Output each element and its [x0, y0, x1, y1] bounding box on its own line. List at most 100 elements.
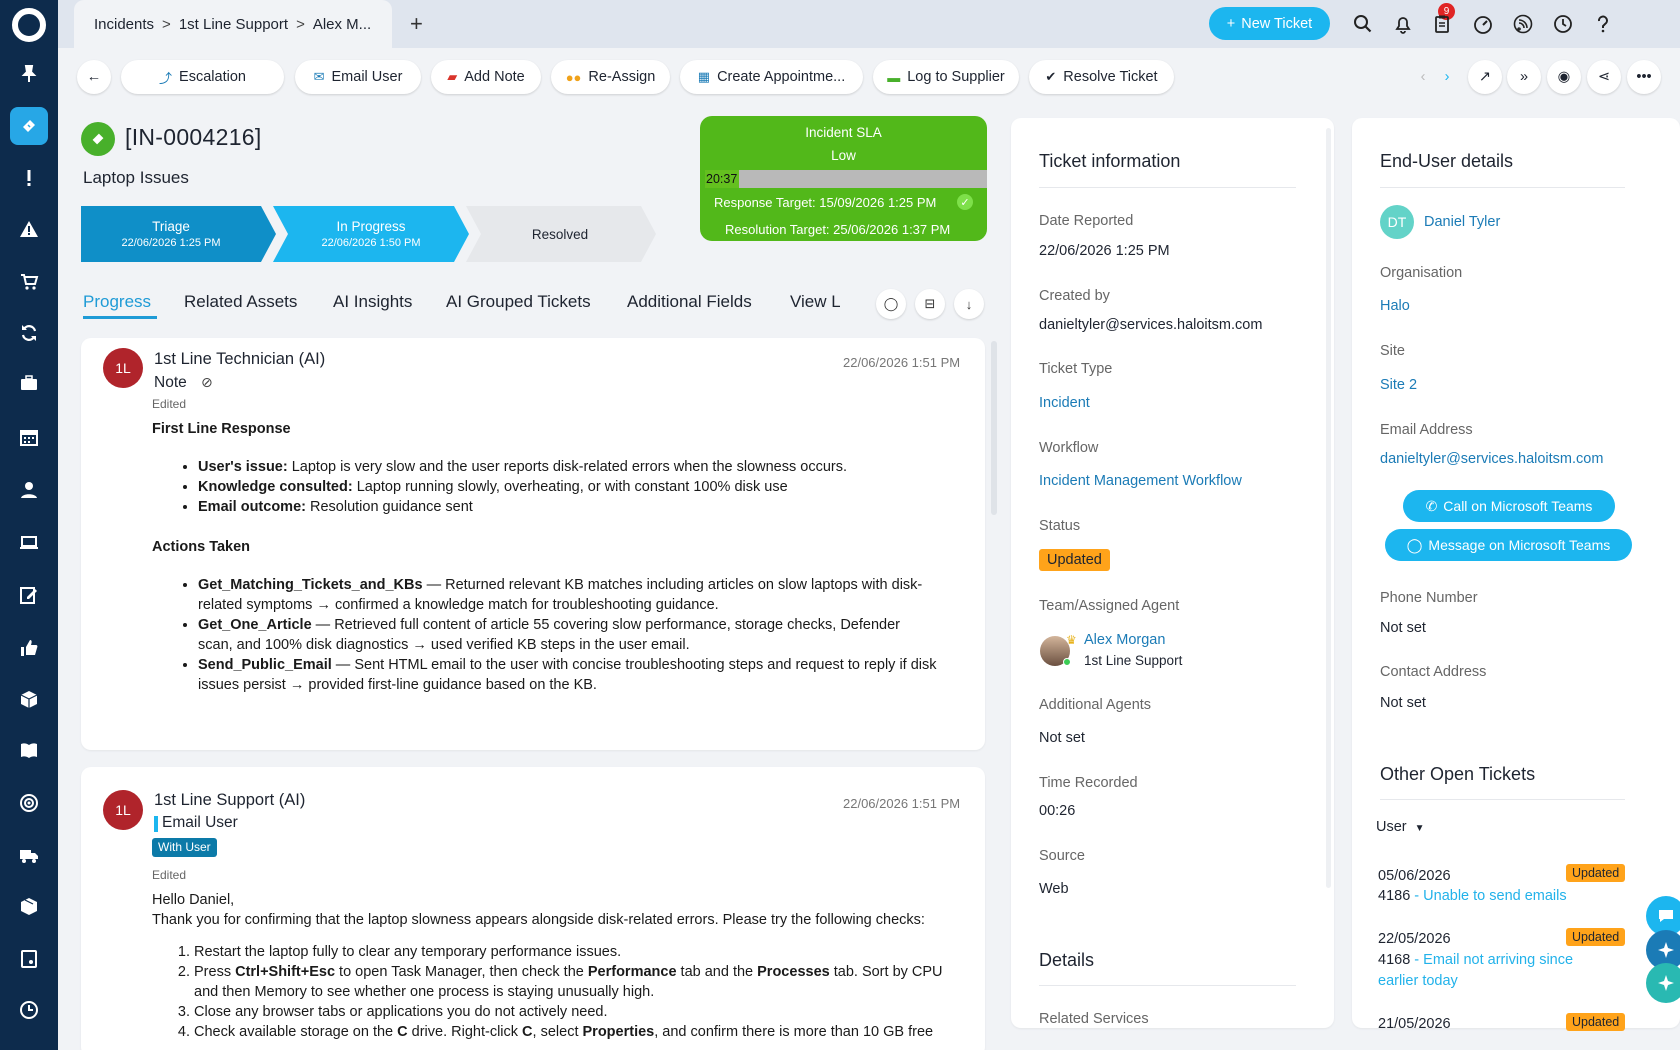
dashboard-icon[interactable] [1468, 9, 1498, 39]
rss-icon[interactable] [1508, 9, 1538, 39]
share-icon[interactable]: ⋖ [1587, 60, 1621, 94]
ai-assistant-icon[interactable] [1646, 963, 1680, 1003]
tab-ai-grouped-tickets[interactable]: AI Grouped Tickets [446, 292, 591, 312]
open-external-icon[interactable]: ↗ [1468, 60, 1502, 94]
sla-elapsed: 20:37 [705, 170, 739, 188]
escalation-button[interactable]: ⤴ Escalation [121, 60, 284, 94]
thumbs-up-icon[interactable] [14, 633, 44, 663]
other-ticket-row[interactable]: 4168 - Email not arriving since earlier … [1378, 950, 1608, 992]
email-label: Email Address [1380, 422, 1473, 438]
cart-icon[interactable] [14, 267, 44, 297]
previous-ticket-icon[interactable]: ‹ [1411, 60, 1435, 94]
stage-name: Resolved [531, 226, 589, 242]
other-tickets-filter[interactable]: User ▼ [1376, 819, 1425, 835]
reassign-label: Re-Assign [588, 69, 656, 85]
target-icon[interactable] [14, 788, 44, 818]
user-icon[interactable] [14, 475, 44, 505]
note-type: Email User [162, 814, 238, 831]
truck-icon[interactable] [14, 840, 44, 870]
edit-icon[interactable] [14, 580, 44, 610]
book-icon[interactable] [14, 735, 44, 765]
end-user-name-link[interactable]: Daniel Tyler [1424, 214, 1500, 230]
calendar-icon[interactable] [14, 422, 44, 452]
comment-icon[interactable]: ◯ [876, 289, 906, 319]
list-item: Check available storage on the C drive. … [194, 1022, 962, 1042]
sla-priority: Low [831, 148, 856, 163]
add-tab-icon[interactable]: + [410, 11, 423, 37]
plus-icon: + [1226, 15, 1236, 32]
scrollbar[interactable] [991, 341, 997, 515]
note-heading: First Line Response [152, 421, 291, 437]
scrollbar[interactable] [1326, 128, 1331, 888]
warning-icon[interactable] [14, 214, 44, 244]
workflow-link[interactable]: Incident Management Workflow [1039, 473, 1242, 489]
new-ticket-label: New Ticket [1241, 15, 1313, 32]
list-item: Close any browser tabs or applications y… [194, 1002, 962, 1022]
clipboard-icon[interactable] [1427, 9, 1457, 39]
note-body: First Line Response User's issue: Laptop… [152, 419, 952, 695]
new-ticket-button[interactable]: + New Ticket [1209, 7, 1330, 40]
create-appointment-button[interactable]: ▦ Create Appointme... [680, 60, 863, 94]
status-badge[interactable]: Updated [1039, 549, 1110, 571]
stage-in-progress[interactable]: In Progress 22/06/2026 1:50 PM [286, 206, 456, 262]
sort-down-icon[interactable]: ↓ [954, 289, 984, 319]
open-tab[interactable]: Incidents > 1st Line Support > Alex M... [74, 0, 392, 48]
log-to-supplier-button[interactable]: ▬ Log to Supplier [873, 60, 1019, 94]
organisation-link[interactable]: Halo [1380, 298, 1410, 314]
email-link[interactable]: danieltyler@services.haloitsm.com [1380, 451, 1603, 467]
reassign-button[interactable]: ●● Re-Assign [551, 60, 670, 94]
document-icon[interactable] [14, 944, 44, 974]
technician-avatar: 1L [103, 348, 143, 388]
sidebar [0, 0, 58, 1050]
exclamation-icon[interactable] [14, 163, 44, 193]
email-user-button[interactable]: ✉ Email User [295, 60, 421, 94]
tab-ai-insights[interactable]: AI Insights [333, 292, 412, 312]
pin-icon[interactable] [14, 59, 44, 89]
stage-resolved[interactable]: Resolved [480, 206, 640, 262]
other-ticket-date: 21/05/2026 [1378, 1016, 1451, 1032]
package-icon[interactable] [14, 684, 44, 714]
list-item: Get_One_Article — Retrieved full content… [198, 615, 938, 655]
history-icon[interactable] [1548, 9, 1578, 39]
list-item: Knowledge consulted: Laptop running slow… [198, 477, 952, 497]
trophy-icon: ♛ [1066, 633, 1077, 647]
briefcase-icon[interactable] [14, 368, 44, 398]
breadcrumb-separator-icon: > [162, 15, 171, 33]
resolve-ticket-label: Resolve Ticket [1063, 69, 1158, 85]
tab-additional-fields[interactable]: Additional Fields [627, 292, 752, 312]
breadcrumb-agent[interactable]: Alex M... [313, 16, 371, 33]
tab-view[interactable]: View L [790, 292, 840, 312]
bell-icon[interactable] [1388, 9, 1418, 39]
breadcrumb-team[interactable]: 1st Line Support [179, 16, 288, 33]
search-icon[interactable] [1348, 9, 1378, 39]
list-item: Send_Public_Email — Sent HTML email to t… [198, 655, 938, 695]
clock-icon[interactable] [14, 995, 44, 1025]
double-chevron-icon[interactable]: » [1507, 60, 1541, 94]
divider [1380, 187, 1625, 188]
back-button[interactable]: ← [77, 60, 111, 94]
stage-triage[interactable]: Triage 22/06/2026 1:25 PM [81, 206, 261, 262]
ticket-type-link[interactable]: Incident [1039, 395, 1090, 411]
call-teams-button[interactable]: ✆ Call on Microsoft Teams [1403, 490, 1615, 522]
agent-link[interactable]: Alex Morgan [1084, 632, 1165, 648]
add-note-button[interactable]: ▰ Add Note [431, 60, 541, 94]
message-teams-button[interactable]: ◯ Message on Microsoft Teams [1385, 529, 1632, 561]
tab-progress[interactable]: Progress [83, 292, 151, 312]
more-options-icon[interactable]: ••• [1627, 60, 1661, 94]
site-link[interactable]: Site 2 [1380, 377, 1417, 393]
organisation-label: Organisation [1380, 265, 1463, 281]
resolve-ticket-button[interactable]: ✔ Resolve Ticket [1029, 60, 1174, 94]
other-ticket-date: 05/06/2026 [1378, 868, 1451, 884]
eye-icon[interactable]: ◉ [1547, 60, 1581, 94]
laptop-icon[interactable] [14, 528, 44, 558]
other-ticket-row[interactable]: 4186 - Unable to send emails [1378, 886, 1608, 907]
next-ticket-icon[interactable]: › [1435, 60, 1459, 94]
halo-logo-icon[interactable] [12, 8, 46, 42]
refresh-icon[interactable] [14, 318, 44, 348]
tab-related-assets[interactable]: Related Assets [184, 292, 297, 312]
tickets-icon[interactable] [10, 107, 48, 145]
help-icon[interactable] [1588, 9, 1618, 39]
breadcrumb-incidents[interactable]: Incidents [94, 16, 154, 33]
box-icon[interactable] [14, 891, 44, 921]
collapse-icon[interactable]: ⊟ [915, 289, 945, 319]
